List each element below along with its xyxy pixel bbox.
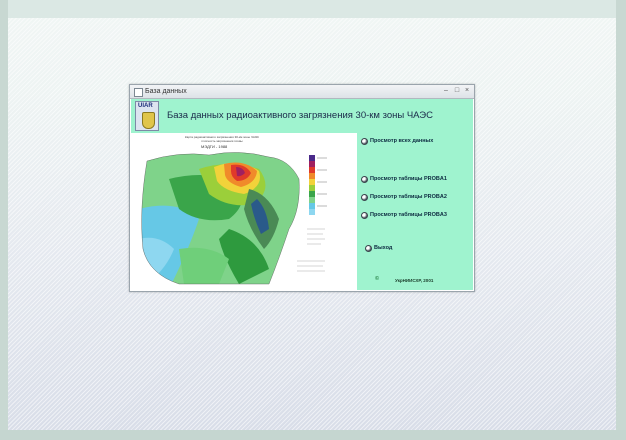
desktop-bottom-band [0, 430, 626, 440]
menu-panel: Просмотр всех данных Просмотр таблицы PR… [357, 133, 473, 290]
map-caption-line2: плотность загрязнения почвы [201, 139, 243, 143]
minimize-button[interactable]: – [442, 87, 450, 95]
desktop-right-band [616, 0, 626, 440]
desktop-top-band [0, 0, 626, 18]
view-proba1-button[interactable]: Просмотр таблицы PROBA1 [361, 174, 447, 184]
option-button-icon [361, 137, 368, 145]
form-icon [134, 88, 143, 97]
window-title: База данных [145, 88, 187, 95]
desktop-left-band [0, 0, 8, 440]
logo-text: UIAR [138, 103, 153, 109]
view-proba2-button[interactable]: Просмотр таблицы PROBA2 [361, 192, 447, 202]
form-header: UIAR База данных радиоактивного загрязне… [131, 99, 473, 133]
map-image [139, 149, 351, 289]
option-button-icon [365, 244, 372, 252]
contamination-map: Карта радиоактивного загрязнения 30-км з… [131, 133, 357, 290]
view-proba3-button[interactable]: Просмотр таблицы PROBA3 [361, 210, 447, 220]
close-button[interactable]: × [463, 87, 471, 95]
shield-icon [142, 112, 155, 129]
menu-item-label: Просмотр всех данных [370, 138, 434, 144]
option-button-icon [361, 193, 368, 201]
window-titlebar[interactable]: База данных – □ × [130, 85, 474, 99]
view-all-data-button[interactable]: Просмотр всех данных [361, 136, 433, 146]
menu-item-label: Просмотр таблицы PROBA3 [370, 212, 447, 218]
menu-item-label: Просмотр таблицы PROBA1 [370, 176, 447, 182]
copyright-icon: © [375, 276, 380, 282]
menu-item-label: Выход [374, 245, 393, 251]
option-button-icon [361, 211, 368, 219]
menu-item-label: Просмотр таблицы PROBA2 [370, 194, 447, 200]
option-button-icon [361, 175, 368, 183]
database-window: База данных – □ × UIAR База данных радио… [129, 84, 475, 292]
form-title: База данных радиоактивного загрязнения 3… [167, 110, 433, 121]
maximize-button[interactable]: □ [453, 87, 461, 95]
map-caption: Карта радиоактивного загрязнения 30-км з… [147, 135, 297, 143]
exit-button[interactable]: Выход [365, 243, 392, 253]
copyright-text: УкрНИИСХР, 2001 [395, 278, 434, 283]
uiar-logo: UIAR [135, 101, 159, 131]
